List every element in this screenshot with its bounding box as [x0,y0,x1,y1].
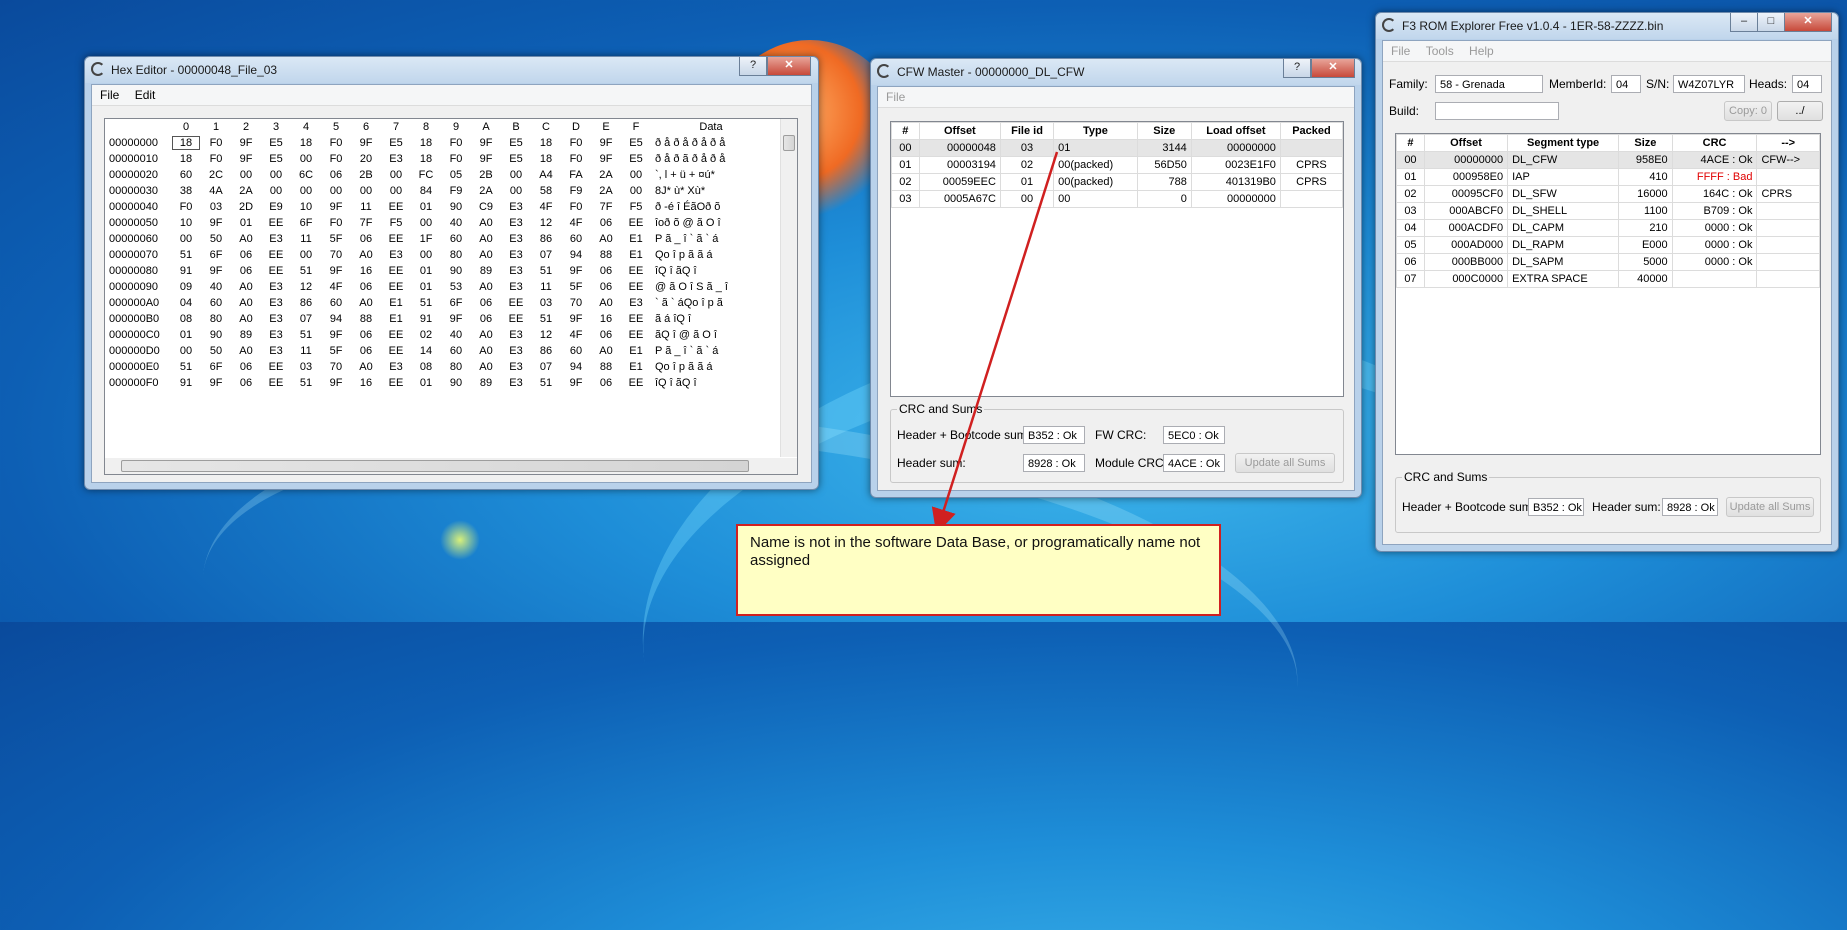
annotation-note: Name is not in the software Data Base, o… [736,524,1221,616]
